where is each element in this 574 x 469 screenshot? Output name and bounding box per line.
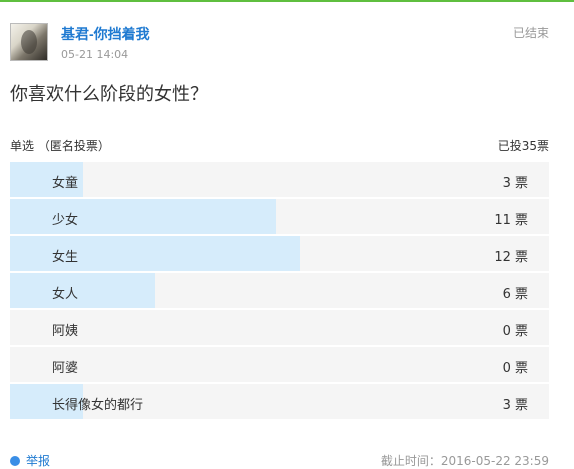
- option-count: 0 票: [502, 361, 528, 376]
- poll-option[interactable]: 阿姨 0 票: [10, 310, 549, 345]
- post-time: 05-21 14:04: [61, 48, 129, 61]
- option-label: 阿姨: [52, 324, 79, 339]
- avatar[interactable]: [10, 23, 48, 61]
- option-count: 11 票: [494, 213, 528, 228]
- report-link[interactable]: 举报: [10, 452, 50, 469]
- deadline: 截止时间：2016-05-22 23:59: [380, 454, 549, 468]
- poll-option[interactable]: 长得像女的都行 3 票: [10, 384, 549, 419]
- poll-options: 女童 3 票 少女 11 票 女生 12 票 女人 6 票 阿姨 0 票 阿婆 …: [10, 162, 549, 421]
- poll-option[interactable]: 女生 12 票: [10, 236, 549, 271]
- option-count: 3 票: [502, 176, 528, 191]
- vote-total: 已投35票: [497, 139, 549, 153]
- poll-status: 已结束: [512, 26, 549, 40]
- option-bar: [10, 199, 276, 234]
- poll-option[interactable]: 少女 11 票: [10, 199, 549, 234]
- report-icon: [10, 456, 20, 466]
- option-count: 0 票: [502, 324, 528, 339]
- option-label: 少女: [52, 213, 79, 228]
- option-bar: [10, 273, 156, 308]
- option-label: 女人: [52, 287, 79, 302]
- poll-option[interactable]: 女童 3 票: [10, 162, 549, 197]
- report-label: 举报: [26, 454, 51, 468]
- poll-question: 你喜欢什么阶段的女性？: [10, 84, 208, 104]
- option-count: 3 票: [502, 398, 528, 413]
- top-accent-line: [0, 0, 574, 2]
- option-label: 女童: [52, 176, 79, 191]
- option-count: 12 票: [494, 250, 528, 265]
- option-count: 6 票: [502, 287, 528, 302]
- poll-option[interactable]: 阿婆 0 票: [10, 347, 549, 382]
- option-label: 长得像女的都行: [52, 398, 144, 413]
- vote-type: 单选 （匿名投票）: [10, 139, 110, 153]
- poll-option[interactable]: 女人 6 票: [10, 273, 549, 308]
- author-name[interactable]: 基君-你挡着我: [61, 24, 150, 44]
- option-label: 阿婆: [52, 361, 79, 376]
- option-label: 女生: [52, 250, 79, 265]
